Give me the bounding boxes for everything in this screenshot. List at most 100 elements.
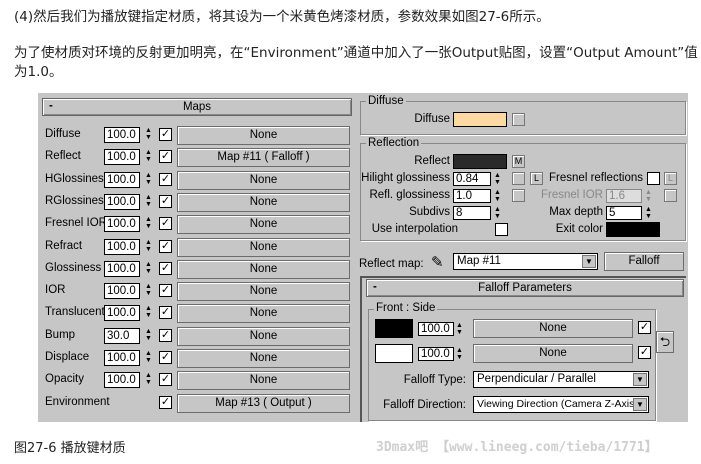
refl-gloss-spinner-icon[interactable]: ▲ ▼	[493, 189, 502, 205]
hilight-glossiness-field[interactable]: 0.84	[453, 172, 491, 186]
hilight-spinner-icon[interactable]: ▲ ▼	[493, 172, 502, 188]
map-amount-field[interactable]: 100.0	[104, 171, 140, 188]
map-amount-spinner-icon[interactable]: ▲ ▼	[144, 305, 153, 321]
map-slot-button[interactable]: None	[177, 349, 350, 368]
fresnel-ior-field[interactable]: 1.6	[606, 189, 642, 203]
map-amount-field[interactable]: 100.0	[104, 350, 140, 366]
map-slot-button[interactable]: None	[177, 192, 350, 212]
map-slot-button[interactable]: None	[177, 282, 350, 302]
hilight-glossiness-label: Hilight glossiness	[361, 172, 450, 184]
map-amount-spinner-icon[interactable]: ▲ ▼	[144, 216, 153, 232]
subdivs-spinner-icon[interactable]: ▲ ▼	[493, 206, 502, 222]
figure-caption: 图27-6 播放键材质	[14, 441, 126, 456]
max-depth-label: Max depth	[549, 206, 603, 218]
map-slot-button[interactable]: None	[177, 304, 350, 324]
reflect-map-button[interactable]: M	[512, 155, 525, 168]
map-enable-checkbox[interactable]: ✓	[159, 373, 172, 387]
side-amount-spinner-icon[interactable]: ▲ ▼	[455, 347, 464, 363]
side-amount-field[interactable]: 100.0	[418, 347, 454, 361]
map-enable-checkbox[interactable]: ✓	[159, 351, 172, 364]
reflect-color-swatch[interactable]	[453, 154, 507, 169]
map-amount-spinner-icon[interactable]: ▲ ▼	[144, 127, 153, 143]
map-amount-field[interactable]: 100.0	[104, 216, 140, 233]
map-slot-button[interactable]: None	[177, 126, 350, 145]
eyedropper-icon[interactable]: ✎	[431, 253, 444, 271]
maps-rollout-header[interactable]: - Maps	[42, 98, 352, 116]
map-slot-button[interactable]: None	[177, 259, 350, 279]
material-params-panel: Diffuse Diffuse Reflection Reflect M Hil…	[356, 93, 688, 422]
front-amount-spinner-icon[interactable]: ▲ ▼	[455, 322, 464, 338]
map-amount-spinner-icon[interactable]: ▲ ▼	[144, 172, 153, 188]
falloff-type-dropdown[interactable]: Perpendicular / Parallel ▼	[473, 371, 649, 388]
map-enable-checkbox[interactable]: ✓	[159, 261, 172, 275]
map-enable-checkbox[interactable]: ✓	[159, 328, 172, 342]
diffuse-map-button[interactable]	[512, 113, 525, 126]
map-enable-checkbox[interactable]: ✓	[159, 239, 172, 253]
map-slot-button[interactable]: None	[177, 371, 350, 391]
map-enable-checkbox[interactable]: ✓	[159, 172, 172, 186]
map-amount-field[interactable]: 100.0	[104, 283, 140, 300]
falloff-rollout-header[interactable]: - Falloff Parameters	[366, 279, 684, 297]
map-slot-button[interactable]: None	[177, 170, 350, 190]
map-row-label: Reflect	[45, 150, 81, 163]
watermark: 3Dmax吧 【www.lineeg.com/tieba/1771】	[376, 440, 658, 455]
front-color-swatch[interactable]	[375, 319, 413, 338]
fresnel-ior-spinner-icon[interactable]: ▲ ▼	[644, 189, 653, 205]
map-amount-spinner-icon[interactable]: ▲ ▼	[144, 283, 153, 299]
map-enable-checkbox[interactable]: ✓	[159, 284, 172, 298]
map-amount-spinner-icon[interactable]: ▲ ▼	[144, 350, 153, 366]
map-enable-checkbox[interactable]: ✓	[159, 306, 172, 320]
front-map-button[interactable]: None	[473, 319, 633, 338]
hilight-map-button[interactable]	[512, 172, 525, 185]
fresnel-ior-map-button[interactable]	[664, 189, 677, 202]
fresnel-lock-button[interactable]: L	[664, 172, 677, 185]
max-depth-spinner-icon[interactable]: ▲ ▼	[644, 206, 653, 222]
refl-gloss-map-button[interactable]	[512, 189, 525, 202]
map-enable-checkbox[interactable]: ✓	[159, 395, 172, 409]
map-amount-field[interactable]: 100.0	[104, 372, 140, 389]
map-amount-spinner-icon[interactable]: ▲ ▼	[144, 328, 153, 344]
map-amount-field[interactable]: 100.0	[104, 127, 140, 143]
side-color-swatch[interactable]	[375, 344, 413, 363]
map-amount-field[interactable]: 100.0	[104, 238, 140, 255]
subdivs-field[interactable]: 8	[453, 206, 491, 220]
falloff-type-value: Perpendicular / Parallel	[477, 373, 596, 385]
falloff-type-button[interactable]: Falloff	[604, 252, 684, 271]
fresnel-reflections-checkbox[interactable]	[647, 172, 660, 185]
map-amount-spinner-icon[interactable]: ▲ ▼	[144, 149, 153, 165]
exit-color-swatch[interactable]	[606, 222, 660, 237]
map-slot-button[interactable]: None	[177, 237, 350, 257]
refl-glossiness-field[interactable]: 1.0	[453, 189, 491, 203]
use-interpolation-checkbox[interactable]	[495, 223, 508, 236]
map-row: Refract 100.0 ▲ ▼ ✓ None	[38, 236, 356, 258]
side-map-checkbox[interactable]: ✓	[638, 346, 651, 359]
map-slot-button[interactable]: Map #13 ( Output )	[177, 393, 350, 413]
map-amount-spinner-icon[interactable]: ▲ ▼	[144, 194, 153, 210]
max-depth-field[interactable]: 5	[606, 206, 642, 220]
refl-glossiness-label: Refl. glossiness	[369, 189, 450, 201]
map-enable-checkbox[interactable]: ✓	[159, 194, 172, 208]
map-slot-button[interactable]: None	[177, 215, 350, 235]
map-amount-field[interactable]: 30.0	[104, 327, 140, 344]
map-enable-checkbox[interactable]: ✓	[159, 217, 172, 231]
map-enable-checkbox[interactable]: ✓	[159, 128, 172, 141]
reflect-map-dropdown[interactable]: Map #11 ▼	[453, 253, 598, 270]
map-row: Glossiness 100.0 ▲ ▼ ✓ None	[38, 258, 356, 280]
map-amount-field[interactable]: 100.0	[104, 260, 140, 277]
front-map-checkbox[interactable]: ✓	[638, 321, 651, 334]
map-amount-field[interactable]: 100.0	[104, 149, 140, 166]
diffuse-color-swatch[interactable]	[453, 112, 507, 127]
map-amount-field[interactable]: 100.0	[104, 305, 140, 322]
falloff-direction-dropdown[interactable]: Viewing Direction (Camera Z-Axis) ▼	[473, 396, 649, 413]
map-slot-button[interactable]: None	[177, 326, 350, 346]
map-row: Translucent 100.0 ▲ ▼ ✓ None	[38, 302, 356, 324]
map-amount-spinner-icon[interactable]: ▲ ▼	[144, 239, 153, 255]
front-amount-field[interactable]: 100.0	[418, 322, 454, 336]
map-amount-field[interactable]: 100.0	[104, 193, 140, 210]
map-slot-button[interactable]: Map #11 ( Falloff )	[177, 148, 350, 168]
map-amount-spinner-icon[interactable]: ▲ ▼	[144, 372, 153, 388]
map-amount-spinner-icon[interactable]: ▲ ▼	[144, 261, 153, 277]
swap-colors-icon[interactable]: ⮌	[656, 331, 674, 353]
side-map-button[interactable]: None	[473, 344, 633, 363]
map-enable-checkbox[interactable]: ✓	[159, 150, 172, 164]
